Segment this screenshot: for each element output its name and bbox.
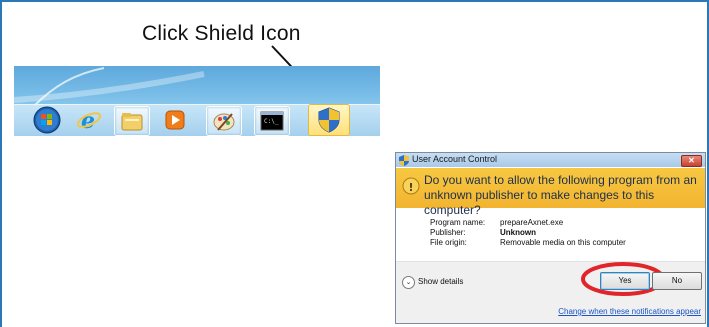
start-button[interactable] bbox=[30, 106, 64, 134]
taskbar-paint[interactable] bbox=[206, 106, 242, 136]
file-origin-row: File origin: Removable media on this comp… bbox=[430, 238, 626, 247]
warning-shield-icon: ! bbox=[402, 177, 420, 195]
uac-shield-icon bbox=[318, 107, 340, 133]
no-button[interactable]: No bbox=[652, 272, 702, 290]
taskbar-command-prompt[interactable]: C:\_ bbox=[254, 106, 290, 136]
command-prompt-icon: C:\_ bbox=[260, 111, 284, 131]
taskbar-file-explorer[interactable] bbox=[114, 106, 150, 136]
windows-taskbar: e C:\_ bbox=[14, 66, 380, 136]
program-name-value: prepareAxnet.exe bbox=[500, 218, 564, 227]
show-details-label[interactable]: Show details bbox=[418, 277, 463, 286]
publisher-row: Publisher: Unknown bbox=[430, 228, 536, 237]
uac-title: User Account Control bbox=[412, 154, 498, 164]
taskbar-internet-explorer[interactable]: e bbox=[72, 106, 106, 134]
paint-palette-icon bbox=[213, 113, 235, 131]
taskbar-media-player[interactable] bbox=[158, 106, 192, 134]
taskbar-shield-button[interactable] bbox=[308, 104, 350, 136]
publisher-value: Unknown bbox=[500, 228, 536, 237]
file-origin-value: Removable media on this computer bbox=[500, 238, 626, 247]
show-details-chevron-icon[interactable]: ⌄ bbox=[402, 276, 415, 289]
program-name-row: Program name: prepareAxnet.exe bbox=[430, 218, 563, 227]
windows-logo-icon bbox=[33, 106, 61, 134]
uac-footer: ⌄ Show details Yes No Change when these … bbox=[396, 262, 705, 323]
uac-title-shield-icon bbox=[399, 155, 409, 166]
program-name-label: Program name: bbox=[430, 218, 486, 227]
notification-settings-link[interactable]: Change when these notifications appear bbox=[558, 307, 701, 316]
folder-icon bbox=[121, 113, 143, 131]
svg-text:C:\_: C:\_ bbox=[264, 118, 279, 125]
uac-warning-banner: ! Do you want to allow the following pro… bbox=[396, 168, 705, 217]
file-origin-label: File origin: bbox=[430, 238, 467, 247]
uac-program-info: Program name: prepareAxnet.exe Publisher:… bbox=[396, 209, 705, 261]
svg-text:e: e bbox=[81, 108, 95, 133]
media-player-icon bbox=[165, 110, 185, 130]
publisher-label: Publisher: bbox=[430, 228, 466, 237]
yes-button[interactable]: Yes bbox=[600, 272, 650, 290]
uac-dialog: User Account Control ✕ ! Do you want to … bbox=[395, 152, 706, 324]
uac-titlebar: User Account Control ✕ bbox=[396, 153, 705, 167]
internet-explorer-icon: e bbox=[76, 108, 102, 133]
uac-close-button[interactable]: ✕ bbox=[681, 155, 702, 167]
svg-text:!: ! bbox=[409, 181, 414, 194]
